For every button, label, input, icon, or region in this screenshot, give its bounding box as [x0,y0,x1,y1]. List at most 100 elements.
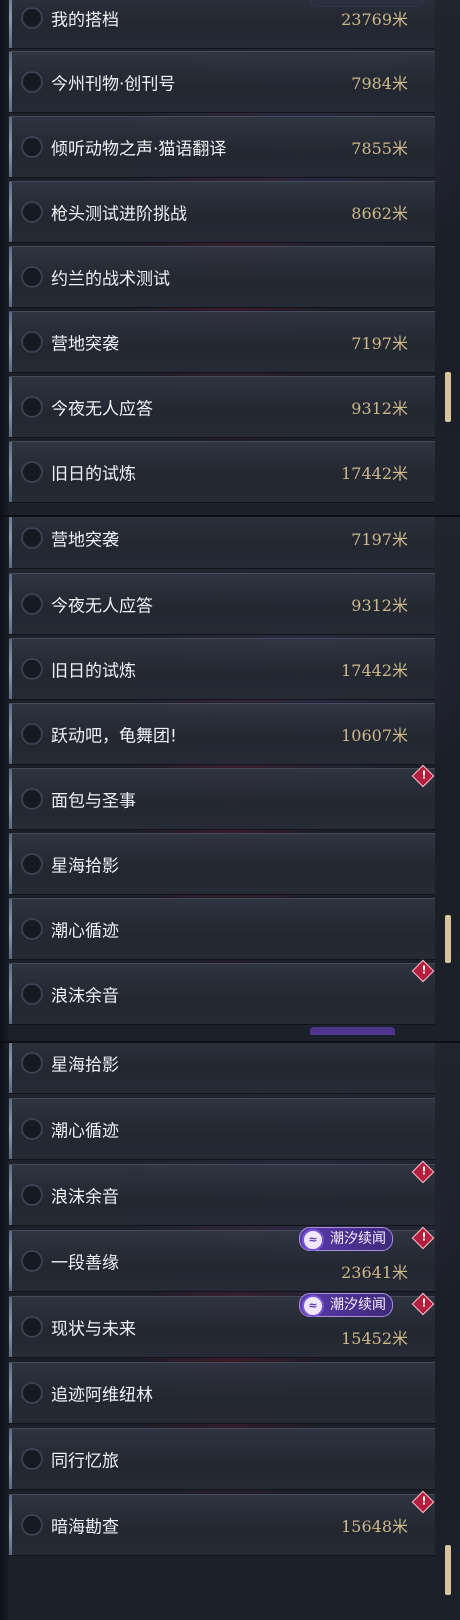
radio-circle-icon[interactable] [21,723,43,745]
quest-title: 今夜无人应答 [51,399,153,420]
quest-title: 现状与未来 [51,1319,136,1340]
quest-row[interactable]: 暗海勘查 15648米 ! [9,1490,435,1556]
quest-title: 浪沫余音 [51,986,119,1007]
alert-symbol: ! [421,963,427,977]
quest-row[interactable]: 营地突袭 7197米 [9,311,435,373]
radio-circle-icon[interactable] [21,136,43,158]
quest-row[interactable]: 追迹阿维纽林 [9,1362,435,1424]
quest-title: 旧日的试炼 [51,464,136,485]
radio-circle-icon[interactable] [21,266,43,288]
radio-circle-icon[interactable] [21,527,43,549]
quest-row[interactable]: 现状与未来 15452米 ≈ 潮汐续闻 ! [9,1292,435,1358]
radio-circle-icon[interactable] [21,1382,43,1404]
quest-title: 星海拾影 [51,1055,119,1076]
radio-circle-icon[interactable] [21,1514,43,1536]
radio-circle-icon[interactable] [21,1316,43,1338]
quest-row[interactable]: 星海拾影 [9,1043,435,1094]
tide-badge-partial [310,1027,395,1035]
quest-row[interactable]: 潮心循迹 [9,1098,435,1160]
badge-label: 潮汐续闻 [330,1231,386,1247]
quest-row[interactable]: 面包与圣事 ! [9,764,435,830]
quest-title: 倾听动物之声·猫语翻译 [51,139,227,160]
scrollbar-thumb[interactable] [445,1545,451,1595]
quest-row[interactable]: 星海拾影 [9,833,435,895]
quest-distance: 7984米 [351,74,408,93]
radio-circle-icon[interactable] [21,1250,43,1272]
quest-distance: 7197米 [351,334,408,353]
quest-distance: 23769米 [341,10,408,29]
quest-row[interactable]: 潮心循迹 [9,898,435,960]
quest-title: 枪头测试进阶挑战 [51,204,187,225]
panel-edge [0,1043,9,1620]
radio-circle-icon[interactable] [21,788,43,810]
radio-circle-icon[interactable] [21,1118,43,1140]
radio-circle-icon[interactable] [21,853,43,875]
radio-circle-icon[interactable] [21,1052,43,1074]
quest-title: 约兰的战术测试 [51,269,170,290]
quest-row[interactable]: 约兰的战术测试 [9,246,435,308]
quest-title: 我的搭档 [51,10,119,31]
alert-diamond-icon: ! [411,1226,435,1250]
quest-panel-1: 我的搭档 23769米 今州刊物·创刊号 7984米 倾听动物之声·猫语翻译 7… [0,0,460,515]
quest-row[interactable]: 跃动吧，龟舞团! 10607米 [9,703,435,765]
quest-title: 跃动吧，龟舞团! [51,726,177,747]
quest-title: 一段善缘 [51,1253,119,1274]
quest-title: 潮心循迹 [51,921,119,942]
radio-circle-icon[interactable] [21,593,43,615]
quest-distance: 9312米 [351,596,408,615]
quest-row[interactable]: 倾听动物之声·猫语翻译 7855米 [9,116,435,178]
tide-badge-icon: ≈ [302,1295,324,1317]
quest-row[interactable]: 浪沫余音 ! [9,959,435,1025]
radio-circle-icon[interactable] [21,396,43,418]
alert-diamond-icon: ! [411,1292,435,1316]
quest-row[interactable]: 旧日的试炼 17442米 [9,638,435,700]
scrollbar-thumb[interactable] [445,915,451,963]
badge-label: 潮汐续闻 [330,1297,386,1313]
alert-symbol: ! [421,1296,427,1310]
quest-row[interactable]: 我的搭档 23769米 [9,0,435,49]
quest-row[interactable]: 营地突袭 7197米 [9,517,435,569]
quest-row[interactable]: 今夜无人应答 9312米 [9,376,435,438]
quest-panel-3: 星海拾影 潮心循迹 浪沫余音 ! 一段善缘 23641米 ≈ 潮汐续闻 ! 现状与… [0,1043,460,1620]
alert-symbol: ! [421,1230,427,1244]
quest-distance: 7855米 [351,139,408,158]
alert-diamond-icon: ! [411,764,435,788]
radio-circle-icon[interactable] [21,658,43,680]
quest-title: 面包与圣事 [51,791,136,812]
radio-circle-icon[interactable] [21,7,43,29]
panel-edge [0,0,9,515]
radio-circle-icon[interactable] [21,71,43,93]
quest-row[interactable]: 一段善缘 23641米 ≈ 潮汐续闻 ! [9,1226,435,1292]
quest-title: 暗海勘查 [51,1517,119,1538]
quest-distance: 15452米 [341,1328,408,1348]
quest-title: 旧日的试炼 [51,661,136,682]
quest-distance: 23641米 [341,1262,408,1282]
scrollbar-thumb[interactable] [445,372,451,422]
panel-edge [0,517,9,1041]
radio-circle-icon[interactable] [21,331,43,353]
quest-distance: 17442米 [341,464,408,483]
tide-badge: ≈ 潮汐续闻 [299,1293,393,1317]
quest-distance: 10607米 [341,726,408,745]
radio-circle-icon[interactable] [21,918,43,940]
alert-symbol: ! [421,1494,427,1508]
radio-circle-icon[interactable] [21,1448,43,1470]
quest-row[interactable]: 枪头测试进阶挑战 8662米 [9,181,435,243]
quest-title: 星海拾影 [51,856,119,877]
quest-row[interactable]: 今夜无人应答 9312米 [9,573,435,635]
alert-symbol: ! [421,1164,427,1178]
quest-row[interactable]: 同行忆旅 [9,1428,435,1490]
radio-circle-icon[interactable] [21,461,43,483]
radio-circle-icon[interactable] [21,983,43,1005]
radio-circle-icon[interactable] [21,201,43,223]
quest-panel-2: 营地突袭 7197米 今夜无人应答 9312米 旧日的试炼 17442米 跃动吧… [0,517,460,1041]
quest-title: 潮心循迹 [51,1121,119,1142]
quest-row[interactable]: 今州刊物·创刊号 7984米 [9,51,435,113]
quest-row[interactable]: 浪沫余音 ! [9,1160,435,1226]
quest-distance: 8662米 [351,204,408,223]
quest-title: 营地突袭 [51,334,119,355]
quest-title: 同行忆旅 [51,1451,119,1472]
tide-badge-icon: ≈ [302,1229,324,1251]
radio-circle-icon[interactable] [21,1184,43,1206]
quest-row[interactable]: 旧日的试炼 17442米 [9,441,435,503]
